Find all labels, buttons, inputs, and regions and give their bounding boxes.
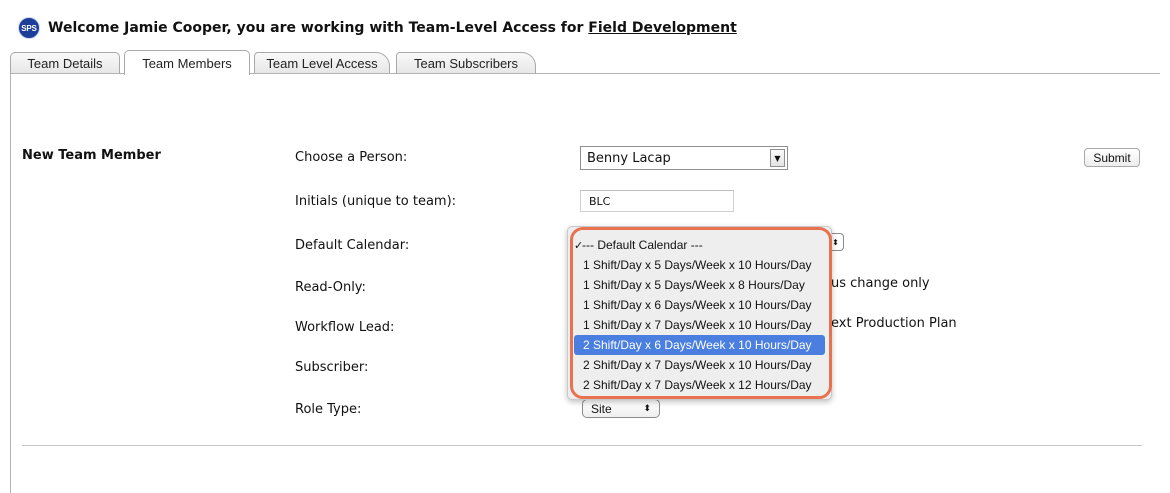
workflow-option-text: ext Production Plan [831, 316, 957, 331]
chevron-down-icon: ▼ [770, 149, 785, 167]
sps-logo: SPS [18, 17, 40, 39]
tab-bar: Team Details Team Members Team Level Acc… [10, 50, 1160, 75]
tab-team-level-access[interactable]: Team Level Access [254, 52, 390, 74]
label-read-only: Read-Only: [295, 280, 366, 295]
calendar-option[interactable]: 2 Shift/Day x 7 Days/Week x 10 Hours/Day [574, 355, 825, 375]
tab-team-subscribers[interactable]: Team Subscribers [396, 52, 536, 74]
calendar-option[interactable]: 2 Shift/Day x 7 Days/Week x 12 Hours/Day [574, 375, 825, 395]
team-link[interactable]: Field Development [588, 20, 736, 36]
page-header: SPS Welcome Jamie Cooper, you are workin… [18, 16, 737, 40]
calendar-option[interactable]: 1 Shift/Day x 5 Days/Week x 8 Hours/Day [574, 275, 825, 295]
role-type-select[interactable]: Site ⬍ [582, 399, 660, 418]
calendar-option[interactable]: 1 Shift/Day x 6 Days/Week x 10 Hours/Day [574, 295, 825, 315]
label-role-type: Role Type: [295, 402, 362, 417]
read-only-option-text: us change only [831, 276, 930, 291]
label-subscriber: Subscriber: [295, 360, 369, 375]
label-workflow-lead: Workflow Lead: [295, 320, 395, 335]
role-type-value: Site [591, 401, 612, 416]
tab-team-details[interactable]: Team Details [10, 52, 120, 74]
calendar-option-selected[interactable]: 2 Shift/Day x 6 Days/Week x 10 Hours/Day [574, 335, 825, 355]
welcome-message: Welcome Jamie Cooper, you are working wi… [48, 20, 737, 36]
submit-button[interactable]: Submit [1084, 148, 1140, 167]
section-title: New Team Member [22, 148, 161, 163]
welcome-text: Welcome Jamie Cooper, you are working wi… [48, 20, 589, 36]
calendar-option[interactable]: ✓--- Default Calendar --- [574, 235, 825, 255]
checkmark-icon: ✓ [574, 240, 584, 252]
calendar-option[interactable]: 1 Shift/Day x 7 Days/Week x 10 Hours/Day [574, 315, 825, 335]
person-select[interactable]: Benny Lacap ▼ [580, 146, 788, 170]
updown-arrows-icon: ⬍ [643, 403, 651, 413]
tab-team-members[interactable]: Team Members [124, 50, 250, 75]
label-choose-person: Choose a Person: [295, 150, 408, 165]
label-initials: Initials (unique to team): [295, 194, 457, 209]
initials-input[interactable] [580, 190, 734, 212]
divider [22, 445, 1142, 446]
calendar-option[interactable]: 1 Shift/Day x 5 Days/Week x 10 Hours/Day [574, 255, 825, 275]
label-default-calendar: Default Calendar: [295, 238, 410, 253]
person-select-value: Benny Lacap [587, 151, 671, 166]
calendar-dropdown-menu: ✓--- Default Calendar --- 1 Shift/Day x … [567, 226, 832, 400]
